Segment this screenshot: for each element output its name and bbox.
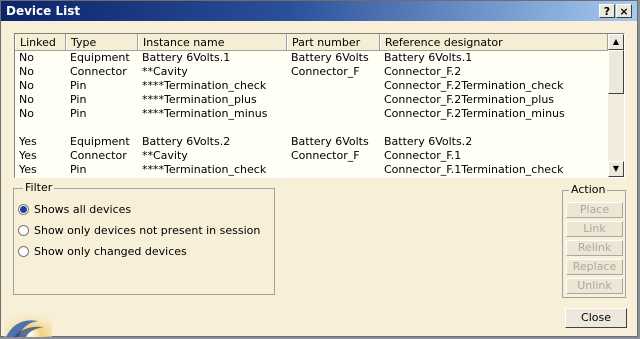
filter-option-label: Show only changed devices xyxy=(34,245,187,258)
replace-button[interactable]: Replace xyxy=(566,259,623,275)
device-list-dialog: Device List ? × Linked Type Instance nam… xyxy=(0,0,638,337)
table-row[interactable]: Yes Pin ****Termination_check Connector_F.1… xyxy=(15,163,608,177)
column-header-part-number[interactable]: Part number xyxy=(287,34,380,50)
device-table[interactable]: Linked Type Instance name Part number Re… xyxy=(14,33,625,178)
type-cell: Connector xyxy=(70,149,127,162)
linked-cell: Yes xyxy=(19,135,37,148)
instance-name-cell: **Cavity xyxy=(142,65,188,78)
scroll-up-icon[interactable]: ▲ xyxy=(608,34,624,50)
type-cell: Pin xyxy=(70,163,87,176)
part-number-cell: Connector_F xyxy=(291,149,360,162)
scroll-down-icon[interactable]: ▼ xyxy=(608,161,624,177)
scroll-thumb[interactable] xyxy=(608,50,624,94)
filter-legend: Filter xyxy=(23,181,55,194)
linked-cell: No xyxy=(19,79,34,92)
action-group: Action Place Link Relink Replace Unlink xyxy=(562,183,626,298)
type-cell: Pin xyxy=(70,79,87,92)
table-row[interactable]: No Pin ****Termination_minus Connector_F.2T… xyxy=(15,107,608,121)
table-body: No Equipment Battery 6Volts.1 Battery 6Volt… xyxy=(15,51,608,177)
reference-designator-cell: Connector_F.1Termination_check xyxy=(384,163,564,176)
reference-designator-cell: Battery 6Volts.2 xyxy=(384,135,473,148)
reference-designator-cell: Connector_F.2Termination_plus xyxy=(384,93,555,106)
table-row[interactable]: No Pin ****Termination_plus Connector_F.2Te… xyxy=(15,93,608,107)
filter-option-label: Show only devices not present in session xyxy=(34,224,261,237)
linked-cell: Yes xyxy=(19,163,37,176)
table-row[interactable]: Yes Connector **Cavity Connector_F Connector… xyxy=(15,149,608,163)
close-button[interactable]: Close xyxy=(565,308,627,328)
type-cell: Pin xyxy=(70,107,87,120)
column-header-instance-name[interactable]: Instance name xyxy=(138,34,287,50)
linked-cell: No xyxy=(19,93,34,106)
reference-designator-cell: Battery 6Volts.1 xyxy=(384,51,473,64)
type-cell: Connector xyxy=(70,65,127,78)
table-header: Linked Type Instance name Part number Re… xyxy=(15,34,608,51)
instance-name-cell: ****Termination_minus xyxy=(142,107,268,120)
part-number-cell: Battery 6Volts xyxy=(291,135,369,148)
unlink-button[interactable]: Unlink xyxy=(566,278,623,294)
reference-designator-cell: Connector_F.1 xyxy=(384,149,462,162)
instance-name-cell: ****Termination_check xyxy=(142,163,267,176)
table-row[interactable]: No Connector **Cavity Connector_F Connector_… xyxy=(15,65,608,79)
linked-cell: Yes xyxy=(19,149,37,162)
link-button[interactable]: Link xyxy=(566,221,623,237)
instance-name-cell: ****Termination_check xyxy=(142,79,267,92)
radio-icon[interactable] xyxy=(18,246,29,257)
window-title: Device List xyxy=(6,4,81,18)
linked-cell: No xyxy=(19,107,34,120)
part-number-cell: Connector_F xyxy=(291,65,360,78)
reference-designator-cell: Connector_F.2 xyxy=(384,65,462,78)
radio-icon[interactable] xyxy=(18,204,29,215)
action-legend: Action xyxy=(569,183,608,196)
vertical-scrollbar[interactable]: ▲ ▼ xyxy=(608,34,624,177)
column-header-type[interactable]: Type xyxy=(66,34,138,50)
reference-designator-cell: Connector_F.2Termination_check xyxy=(384,79,564,92)
app-logo-icon xyxy=(4,307,52,337)
relink-button[interactable]: Relink xyxy=(566,240,623,256)
close-window-button[interactable]: × xyxy=(616,4,632,18)
type-cell: Equipment xyxy=(70,135,130,148)
radio-icon[interactable] xyxy=(18,225,29,236)
table-row[interactable]: No Pin ****Termination_check Connector_F.2T… xyxy=(15,79,608,93)
table-row[interactable]: No Equipment Battery 6Volts.1 Battery 6Volt… xyxy=(15,51,608,65)
linked-cell: No xyxy=(19,65,34,78)
title-bar[interactable]: Device List ? × xyxy=(1,1,637,21)
type-cell: Equipment xyxy=(70,51,130,64)
linked-cell: No xyxy=(19,51,34,64)
instance-name-cell: Battery 6Volts.2 xyxy=(142,135,231,148)
place-button[interactable]: Place xyxy=(566,202,623,218)
table-row[interactable]: Yes Equipment Battery 6Volts.2 Battery 6Vol… xyxy=(15,135,608,149)
instance-name-cell: **Cavity xyxy=(142,149,188,162)
filter-group: Filter Shows all devices Show only devic… xyxy=(13,181,275,295)
reference-designator-cell: Connector_F.2Termination_minus xyxy=(384,107,565,120)
instance-name-cell: ****Termination_plus xyxy=(142,93,257,106)
filter-option-label: Shows all devices xyxy=(34,203,132,216)
column-header-linked[interactable]: Linked xyxy=(15,34,66,50)
instance-name-cell: Battery 6Volts.1 xyxy=(142,51,231,64)
column-header-reference-designator[interactable]: Reference designator xyxy=(380,34,608,50)
type-cell: Pin xyxy=(70,93,87,106)
part-number-cell: Battery 6Volts xyxy=(291,51,369,64)
table-row[interactable] xyxy=(15,121,608,135)
help-button[interactable]: ? xyxy=(599,4,615,18)
